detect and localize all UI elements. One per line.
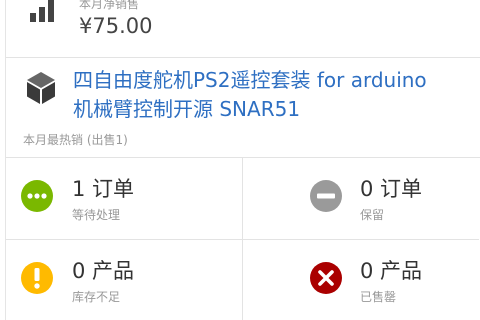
out-of-stock-stat[interactable]: 0 产品 已售罄 <box>243 240 479 320</box>
box-icon <box>27 72 55 104</box>
exclamation-circle-icon <box>21 262 53 294</box>
product-name-line-2: 机械臂控制开源 SNAR51 <box>73 97 301 121</box>
orders-processing-stat[interactable]: 1 订单 等待处理 <box>6 158 243 240</box>
ellipsis-circle-icon <box>21 180 53 212</box>
low-stock-label: 库存不足 <box>72 290 121 304</box>
best-seller-caption: 本月最热销 (出售1) <box>23 133 128 147</box>
net-sales-label: 本月净销售 <box>79 0 140 11</box>
bar-chart-icon <box>30 0 54 22</box>
minus-circle-icon <box>310 180 342 212</box>
net-sales-card[interactable]: 本月净销售 ¥75.00 <box>6 0 480 58</box>
orders-processing-count: 1 订单 <box>72 177 135 201</box>
orders-on-hold-label: 保留 <box>360 208 385 222</box>
orders-on-hold-stat[interactable]: 0 订单 保留 <box>243 158 479 240</box>
orders-processing-label: 等待处理 <box>72 208 121 222</box>
x-circle-icon <box>310 262 342 294</box>
out-of-stock-label: 已售罄 <box>360 290 397 304</box>
status-grid: 1 订单 等待处理 0 订单 保留 0 产品 库存不足 0 产品 已售罄 <box>6 158 480 320</box>
low-stock-stat[interactable]: 0 产品 库存不足 <box>6 240 243 320</box>
dashboard-status-widget: 本月净销售 ¥75.00 四自由度舵机PS2遥控套装 for arduino 机… <box>0 0 480 320</box>
net-sales-value: ¥75.00 <box>79 14 153 38</box>
best-seller-product-link[interactable]: 四自由度舵机PS2遥控套装 for arduino 机械臂控制开源 SNAR51 <box>73 66 480 124</box>
orders-on-hold-count: 0 订单 <box>360 177 423 201</box>
out-of-stock-count: 0 产品 <box>360 259 423 283</box>
best-seller-card: 四自由度舵机PS2遥控套装 for arduino 机械臂控制开源 SNAR51… <box>6 58 480 158</box>
product-name-line-1: 四自由度舵机PS2遥控套装 for arduino <box>73 68 427 92</box>
low-stock-count: 0 产品 <box>72 259 135 283</box>
